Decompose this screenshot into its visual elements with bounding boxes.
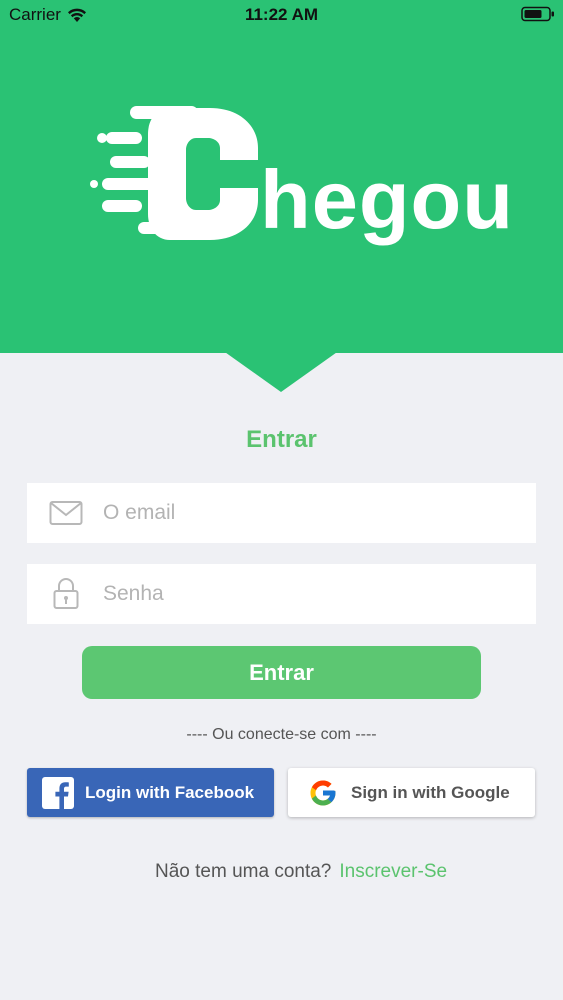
google-signin-button[interactable]: Sign in with Google	[288, 768, 535, 817]
email-field[interactable]	[27, 483, 536, 543]
clock: 11:22 AM	[244, 5, 319, 24]
brand-wordmark: hegou	[260, 153, 514, 246]
battery-icon	[521, 6, 554, 22]
facebook-icon	[42, 777, 74, 809]
header-notch	[222, 350, 340, 392]
form-title: Entrar	[246, 426, 317, 453]
signup-link[interactable]: Inscrever-Se	[339, 861, 447, 882]
social-divider-text: ---- Ou conecte-se com ----	[186, 726, 377, 743]
login-screen: Carrier 11:22 AM hegou Entrar O email En…	[0, 0, 563, 1000]
password-input[interactable]	[103, 564, 523, 624]
google-button-label: Sign in with Google	[351, 783, 510, 802]
email-input[interactable]	[103, 483, 523, 543]
google-g-icon	[310, 780, 336, 806]
envelope-icon	[49, 501, 83, 525]
password-field[interactable]	[27, 564, 536, 624]
facebook-button-label: Login with Facebook	[85, 783, 255, 802]
signup-row: Não tem uma conta? Inscrever-Se	[155, 861, 447, 883]
facebook-login-button[interactable]: Login with Facebook	[27, 768, 274, 817]
signup-prompt: Não tem uma conta?	[155, 861, 332, 882]
brand-logo-icon	[90, 106, 258, 240]
login-button[interactable]: Entrar	[82, 646, 481, 699]
header-banner: Carrier 11:22 AM hegou	[0, 0, 563, 353]
lock-icon	[53, 578, 79, 609]
